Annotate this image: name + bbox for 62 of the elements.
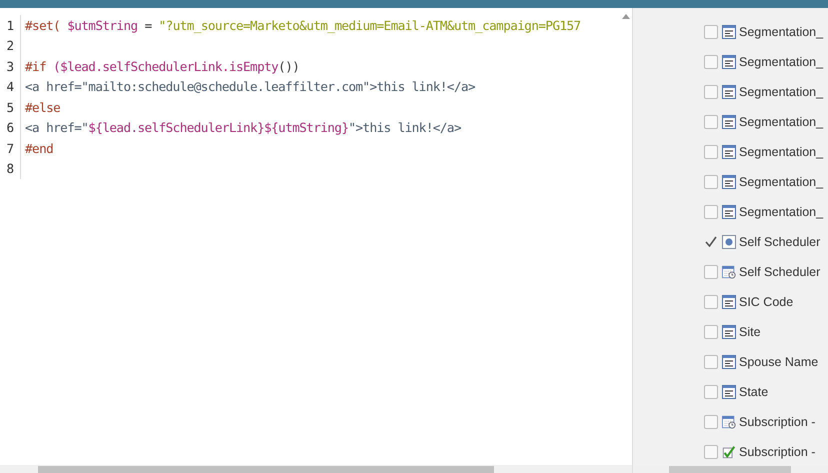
- code-editor[interactable]: [0, 8, 633, 473]
- text-field-icon: [722, 145, 736, 159]
- field-label: SIC Code: [739, 295, 794, 309]
- field-label: Site: [739, 325, 761, 339]
- field-label: Subscription -: [739, 445, 816, 459]
- field-label: Segmentation_: [739, 55, 824, 69]
- calendar-icon: [722, 415, 736, 429]
- line-number: 3: [0, 56, 21, 76]
- code-line: #if ($lead.selfSchedulerLink.isEmpty()): [25, 58, 300, 74]
- text-field-icon: [722, 295, 736, 309]
- checkbox-checked[interactable]: [704, 235, 718, 249]
- field-label: Spouse Name: [739, 355, 818, 369]
- calendar-icon: [722, 265, 736, 279]
- field-label: Segmentation_: [739, 205, 824, 219]
- code-line: #else: [25, 100, 60, 115]
- text-field-icon: [722, 325, 736, 339]
- field-label: Segmentation_: [739, 85, 824, 99]
- line-number: 4: [0, 76, 21, 97]
- checkbox[interactable]: [704, 265, 718, 279]
- line-number: 6: [0, 118, 21, 138]
- field-label: Subscription -: [739, 415, 816, 429]
- line-number: 8: [0, 158, 21, 179]
- code-line: #end: [25, 140, 54, 156]
- field-label: Segmentation_: [739, 115, 824, 129]
- field-label: Self Scheduler: [739, 235, 820, 249]
- checkbox[interactable]: [704, 55, 718, 69]
- field-label: Segmentation_: [739, 25, 824, 39]
- checkbox[interactable]: [704, 355, 718, 369]
- checkbox[interactable]: [704, 385, 718, 399]
- text-field-icon: [722, 85, 736, 99]
- line-number: 2: [0, 36, 21, 56]
- checkbox[interactable]: [704, 445, 718, 459]
- code-line: <a href="${lead.selfSchedulerLink}${utmString}">this link!</a>: [25, 120, 461, 136]
- checkbox[interactable]: [704, 115, 718, 129]
- text-field-icon: [722, 355, 736, 369]
- text-field-icon: [722, 55, 736, 69]
- line-number: 1: [0, 15, 21, 36]
- scrollbar-thumb[interactable]: [38, 466, 494, 473]
- text-field-icon: [722, 385, 736, 399]
- text-field-icon: [722, 25, 736, 39]
- checkbox[interactable]: [704, 145, 718, 159]
- checkbox[interactable]: [704, 25, 718, 39]
- checkbox[interactable]: [704, 415, 718, 429]
- horizontal-scrollbar[interactable]: [0, 465, 632, 473]
- checkbox[interactable]: [704, 85, 718, 99]
- text-field-icon: [722, 205, 736, 219]
- text-field-icon: [722, 115, 736, 129]
- code-line: <a href="mailto:schedule@schedule.leaffilter.com">this link!</a>: [25, 79, 476, 94]
- checkbox[interactable]: [704, 325, 718, 339]
- code-line: #set( $utmString = "?utm_source=Marketo&utm_medium=Email-ATM&utm_campaign=PG157: [25, 18, 581, 33]
- field-label: Segmentation_: [739, 145, 824, 159]
- check-mark-icon: [722, 445, 736, 459]
- checkbox[interactable]: [704, 295, 718, 309]
- checkbox[interactable]: [704, 175, 718, 189]
- line-number: 7: [0, 138, 21, 158]
- line-number: 5: [0, 97, 21, 118]
- checkbox[interactable]: [704, 205, 718, 219]
- field-label: Segmentation_: [739, 175, 824, 189]
- globe-field-icon: [722, 235, 736, 249]
- field-label: State: [739, 385, 768, 399]
- field-label: Self Scheduler: [739, 265, 820, 279]
- text-field-icon: [722, 175, 736, 189]
